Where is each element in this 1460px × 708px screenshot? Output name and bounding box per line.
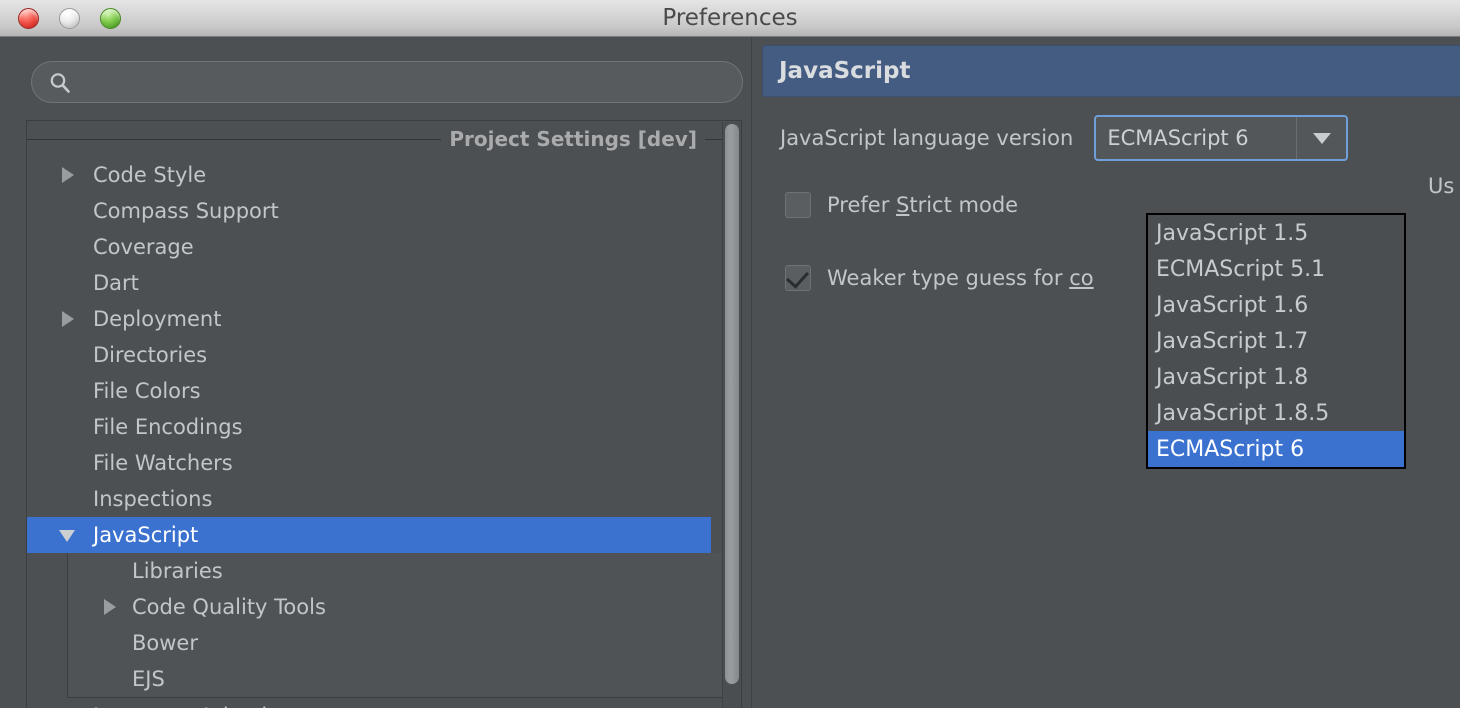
chevron-right-icon[interactable] (104, 599, 116, 615)
sidebar-item-file-watchers[interactable]: File Watchers (27, 445, 723, 481)
sidebar-item-directories[interactable]: Directories (27, 337, 723, 373)
dropdown-option[interactable]: JavaScript 1.6 (1148, 287, 1404, 323)
chevron-down-icon (1312, 132, 1331, 144)
sidebar-item-label: Language Injections (93, 704, 304, 708)
dropdown-option[interactable]: ECMAScript 5.1 (1148, 251, 1404, 287)
sidebar-item-coverage[interactable]: Coverage (27, 229, 723, 265)
weaker-type-guess-checkbox[interactable] (785, 265, 811, 291)
detail-panel-header: JavaScript (762, 45, 1460, 97)
sidebar-item-label: File Colors (93, 379, 201, 403)
language-version-value: ECMAScript 6 (1107, 126, 1249, 150)
group-header-project-settings: Project Settings [dev] (27, 121, 723, 157)
search-input[interactable] (82, 62, 731, 104)
window-title: Preferences (662, 5, 798, 31)
dropdown-option-selected[interactable]: ECMAScript 6 (1148, 431, 1404, 467)
language-version-dropdown[interactable]: JavaScript 1.5 ECMAScript 5.1 JavaScript… (1146, 213, 1406, 469)
chevron-down-icon[interactable] (59, 530, 75, 542)
prefer-strict-mode-row[interactable]: Prefer Strict mode (785, 192, 1018, 218)
window-content: Project Settings [dev] Code Style Compas… (0, 37, 1460, 708)
sidebar-item-label: Directories (93, 343, 208, 367)
language-version-label: JavaScript language version (780, 126, 1074, 150)
weaker-type-guess-row[interactable]: Weaker type guess for co (785, 265, 1094, 291)
sidebar-item-label: Code Style (93, 163, 207, 187)
sidebar-item-label: File Watchers (93, 451, 233, 475)
javascript-subtree: Libraries Code Quality Tools Bower EJS (67, 553, 723, 698)
prefer-strict-mode-checkbox[interactable] (785, 192, 811, 218)
sidebar-item-compass-support[interactable]: Compass Support (27, 193, 723, 229)
sidebar-item-file-encodings[interactable]: File Encodings (27, 409, 723, 445)
sidebar-item-label: Bower (132, 631, 198, 655)
group-title: Project Settings [dev] (449, 127, 697, 151)
group-rule-left (27, 138, 442, 140)
chevron-right-icon[interactable] (62, 311, 74, 327)
sidebar-item-inspections[interactable]: Inspections (27, 481, 723, 517)
sidebar-item-label: Dart (93, 271, 139, 295)
sidebar-item-code-style[interactable]: Code Style (27, 157, 723, 193)
group-rule-right (705, 138, 723, 140)
settings-tree-panel: Project Settings [dev] Code Style Compas… (26, 120, 742, 708)
sidebar-item-libraries[interactable]: Libraries (68, 553, 722, 589)
sidebar-item-label: Inspections (93, 487, 213, 511)
page-title: JavaScript (779, 58, 911, 84)
sidebar-item-label: EJS (132, 667, 165, 691)
combobox-arrow-button[interactable] (1296, 117, 1346, 159)
search-field[interactable] (31, 61, 743, 104)
sidebar-item-label: File Encodings (93, 415, 243, 439)
settings-tree: Code Style Compass Support Coverage Dart… (27, 157, 723, 708)
sidebar-item-label: Deployment (93, 307, 222, 331)
trailing-clipped-label: Us (1428, 174, 1455, 198)
sidebar-item-label: Code Quality Tools (132, 595, 326, 619)
language-version-combobox[interactable]: ECMAScript 6 (1094, 115, 1349, 161)
weaker-type-guess-label: Weaker type guess for co (827, 266, 1094, 290)
dropdown-option[interactable]: JavaScript 1.5 (1148, 215, 1404, 251)
chevron-right-icon[interactable] (62, 167, 74, 183)
sidebar-item-label: Compass Support (93, 199, 279, 223)
sidebar-item-label: JavaScript (93, 523, 199, 547)
dropdown-option[interactable]: JavaScript 1.7 (1148, 323, 1404, 359)
sidebar-item-label: Coverage (93, 235, 194, 259)
sidebar-item-deployment[interactable]: Deployment (27, 301, 723, 337)
preferences-window: Preferences Project Settings [dev] Code … (0, 0, 1460, 708)
sidebar-item-language-injections[interactable]: Language Injections (27, 698, 723, 708)
sidebar-item-bower[interactable]: Bower (68, 625, 722, 661)
checkmark-icon (785, 265, 810, 289)
search-icon (48, 71, 72, 95)
sidebar-item-ejs[interactable]: EJS (68, 661, 722, 697)
dropdown-option[interactable]: JavaScript 1.8.5 (1148, 395, 1404, 431)
sidebar-scrollbar[interactable] (722, 122, 740, 708)
sidebar-item-code-quality-tools[interactable]: Code Quality Tools (68, 589, 722, 625)
settings-sidebar: Project Settings [dev] Code Style Compas… (0, 37, 752, 708)
dropdown-option[interactable]: JavaScript 1.8 (1148, 359, 1404, 395)
sidebar-item-dart[interactable]: Dart (27, 265, 723, 301)
sidebar-item-javascript[interactable]: JavaScript (27, 517, 711, 553)
prefer-strict-mode-label: Prefer Strict mode (827, 193, 1019, 217)
language-version-row: JavaScript language version ECMAScript 6 (780, 115, 1349, 161)
sidebar-scrollbar-thumb[interactable] (725, 124, 739, 684)
sidebar-item-file-colors[interactable]: File Colors (27, 373, 723, 409)
sidebar-item-label: Libraries (132, 559, 223, 583)
window-titlebar: Preferences (0, 0, 1460, 37)
